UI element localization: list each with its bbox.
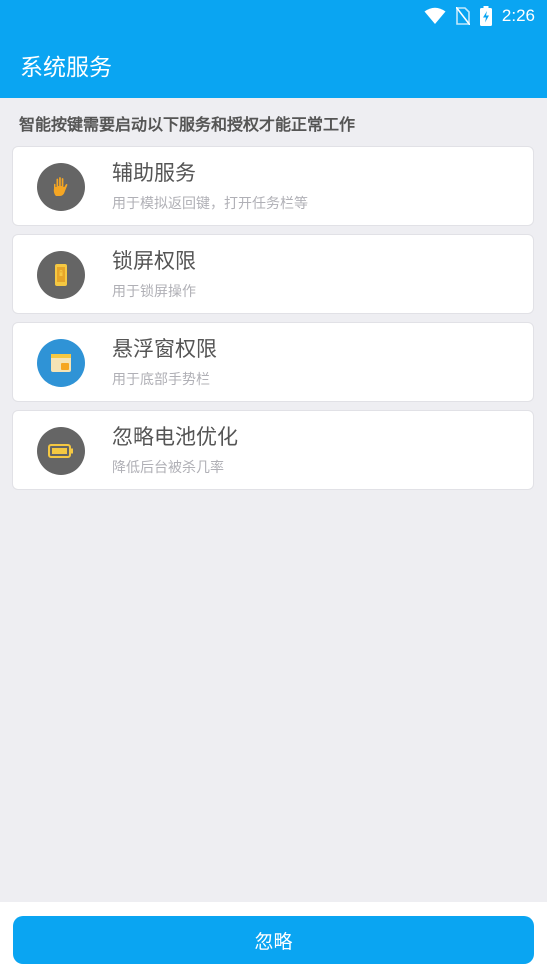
service-card-lock-screen[interactable]: 锁屏权限 用于锁屏操作 <box>12 234 534 314</box>
status-time: 2:26 <box>501 6 535 25</box>
instruction-text: 智能按键需要启动以下服务和授权才能正常工作 <box>19 115 356 134</box>
service-title: 辅助服务 <box>112 161 196 185</box>
app-bar: 系统服务 <box>0 32 547 98</box>
service-title: 锁屏权限 <box>112 249 196 273</box>
status-bar: 2:26 <box>0 0 547 32</box>
floating-window-icon <box>37 339 85 387</box>
phone-lock-icon <box>37 251 85 299</box>
service-title: 忽略电池优化 <box>112 425 238 449</box>
ignore-button[interactable]: 忽略 <box>13 916 534 964</box>
battery-charging-icon <box>479 6 492 26</box>
service-card-accessibility[interactable]: 辅助服务 用于模拟返回键，打开任务栏等 <box>12 146 534 226</box>
service-card-battery-optimization[interactable]: 忽略电池优化 降低后台被杀几率 <box>12 410 534 490</box>
service-description: 降低后台被杀几率 <box>112 460 224 476</box>
service-title: 悬浮窗权限 <box>112 337 217 361</box>
service-description: 用于锁屏操作 <box>112 284 196 300</box>
page-title: 系统服务 <box>20 55 112 81</box>
battery-icon <box>37 427 85 475</box>
no-sim-icon <box>455 7 470 25</box>
service-card-floating-window[interactable]: 悬浮窗权限 用于底部手势栏 <box>12 322 534 402</box>
hand-icon <box>37 163 85 211</box>
service-description: 用于底部手势栏 <box>112 372 210 388</box>
service-description: 用于模拟返回键，打开任务栏等 <box>112 196 308 212</box>
wifi-icon <box>424 7 446 25</box>
